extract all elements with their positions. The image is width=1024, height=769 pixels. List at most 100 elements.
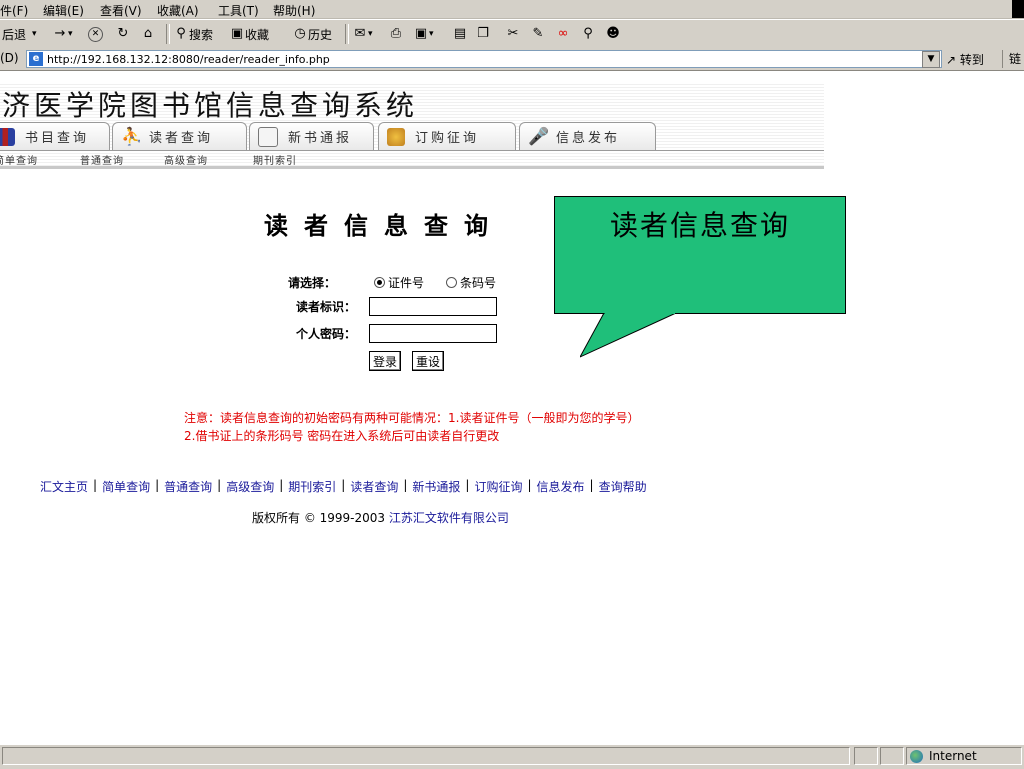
footer-link-advanced-search[interactable]: 高级查询 (226, 478, 274, 495)
subnav-journal-index[interactable]: 期刊索引 (253, 152, 297, 167)
books-icon (0, 127, 15, 146)
subnav-divider (0, 150, 824, 151)
print-button[interactable]: ⎙ (388, 25, 404, 43)
stop-button[interactable]: ✕ (88, 25, 103, 43)
footer-links: 汇文主页 | 简单查询 | 普通查询 | 高级查询 | 期刊索引 | 读者查询 … (40, 478, 647, 495)
status-panel (854, 747, 878, 765)
reader-person-icon: ⛹ (121, 126, 146, 147)
page-heading: 读者信息查询 (264, 211, 504, 240)
edit-button[interactable]: ▣ ▾ (413, 25, 434, 43)
messenger-person-icon: ☻ (606, 26, 620, 41)
tool-button-3[interactable]: ∞ (555, 25, 571, 43)
stop-icon: ✕ (88, 26, 103, 42)
address-label: (D) (0, 51, 19, 65)
microphone-icon: 🎤 (528, 126, 553, 147)
tool-button-2[interactable]: ✎ (530, 25, 546, 43)
status-bar: Internet (0, 744, 1024, 769)
messenger-button[interactable]: ❐ (475, 25, 491, 43)
address-bar: (D) e http://192.168.132.12:8080/reader/… (0, 48, 1024, 71)
login-button[interactable]: 登录 (369, 351, 402, 371)
footer-separator: | (403, 478, 408, 492)
infinity-icon: ∞ (557, 26, 569, 41)
footer-link-home[interactable]: 汇文主页 (40, 478, 88, 495)
banner-bottom-border (0, 166, 824, 169)
subnav-normal-search[interactable]: 普通查询 (80, 152, 124, 167)
tab-info-release[interactable]: 🎤 信息发布 (519, 122, 656, 150)
radio-unselected-icon (446, 277, 457, 288)
footer-separator: | (589, 478, 594, 492)
tab-purchase[interactable]: 订购征询 (378, 122, 516, 150)
menu-tools[interactable]: 工具(T) (218, 2, 259, 19)
radio-label: 条码号 (460, 276, 497, 290)
globe-icon (910, 749, 923, 763)
mail-button[interactable]: ✉ ▾ (352, 25, 373, 43)
links-button[interactable]: 链 (1002, 50, 1024, 68)
favorites-button[interactable]: ▣ 收藏 (229, 25, 269, 43)
subnav-simple-search[interactable]: 简单查询 (0, 152, 38, 167)
home-icon: ⌂ (143, 26, 153, 41)
home-button[interactable]: ⌂ (140, 25, 156, 43)
select-label: 请选择： (287, 276, 336, 290)
reader-id-label: 读者标识： (295, 300, 356, 314)
go-button[interactable]: ↗ 转到 (946, 51, 984, 68)
messenger-icon: ❐ (477, 26, 489, 41)
tab-label: 读者查询 (149, 131, 214, 146)
tab-label: 书目查询 (25, 131, 90, 146)
reader-id-input[interactable] (369, 297, 497, 316)
newspaper-icon (258, 126, 278, 147)
go-label: 转到 (959, 53, 984, 67)
footer-link-purchase[interactable]: 订购征询 (474, 478, 522, 495)
tab-reader[interactable]: ⛹ 读者查询 (112, 122, 247, 150)
address-input[interactable]: e http://192.168.132.12:8080/reader/read… (26, 50, 942, 68)
footer-link-info-release[interactable]: 信息发布 (537, 478, 585, 495)
tab-new-books[interactable]: 新书通报 (249, 122, 374, 150)
footer-link-new-books[interactable]: 新书通报 (412, 478, 460, 495)
footer-link-help[interactable]: 查询帮助 (599, 478, 647, 495)
favorites-icon: ▣ (230, 26, 244, 41)
radio-card-number[interactable]: 证件号 (374, 274, 424, 291)
discuss-button[interactable]: ▤ (452, 25, 468, 43)
subnav-advanced-search[interactable]: 高级查询 (164, 152, 208, 167)
tool-button-5[interactable]: ☻ (605, 25, 621, 43)
go-arrow-icon: ↗ (946, 53, 957, 67)
menu-bar: 件(F) 编辑(E) 查看(V) 收藏(A) 工具(T) 帮助(H) (0, 0, 1024, 19)
menu-help[interactable]: 帮助(H) (273, 2, 315, 19)
radio-barcode[interactable]: 条码号 (446, 274, 496, 291)
forward-dropdown-icon[interactable]: ▾ (68, 29, 73, 39)
menu-favorites[interactable]: 收藏(A) (157, 2, 199, 19)
company-link[interactable]: 江苏汇文软件有限公司 (389, 511, 509, 525)
history-label: 历史 (308, 27, 333, 42)
order-box-icon (387, 127, 405, 146)
toolbar-separator (166, 24, 170, 44)
mail-dropdown-icon[interactable]: ▾ (368, 29, 373, 39)
forward-button[interactable]: → ▾ (52, 25, 73, 43)
back-label: 后退 (2, 27, 27, 42)
password-input[interactable] (369, 324, 497, 343)
footer-separator: | (341, 478, 346, 492)
tab-catalog[interactable]: 书目查询 (0, 122, 110, 150)
menu-view[interactable]: 查看(V) (100, 2, 142, 19)
history-button[interactable]: ◷ 历史 (292, 25, 332, 43)
back-dropdown-icon[interactable]: ▾ (32, 29, 37, 39)
toolbar: 后退 ▾ → ▾ ✕ ↻ ⌂ ⚲ 搜索 ▣ 收藏 ◷ 历史 ✉ ▾ ⎙ ▣ ▾ … (0, 19, 1024, 49)
print-icon: ⎙ (390, 26, 402, 41)
copyright-text: 版权所有 © 1999-2003 (252, 511, 386, 525)
back-button[interactable]: 后退 ▾ (2, 25, 37, 43)
tab-label: 新书通报 (288, 131, 353, 146)
menu-file[interactable]: 件(F) (0, 2, 28, 19)
edit-dropdown-icon[interactable]: ▾ (429, 29, 434, 39)
reset-button[interactable]: 重设 (412, 351, 445, 371)
footer-link-reader-search[interactable]: 读者查询 (350, 478, 398, 495)
search-button[interactable]: ⚲ 搜索 (173, 25, 213, 43)
search-label: 搜索 (189, 27, 214, 42)
security-zone: Internet (910, 749, 977, 763)
refresh-button[interactable]: ↻ (115, 25, 131, 43)
footer-link-simple-search[interactable]: 简单查询 (102, 478, 150, 495)
status-text-panel (2, 747, 850, 765)
footer-link-journal-index[interactable]: 期刊索引 (288, 478, 336, 495)
tool-button-1[interactable]: ✂ (505, 25, 521, 43)
address-dropdown-icon[interactable]: ▼ (922, 51, 940, 68)
tool-button-4[interactable]: ⚲ (580, 25, 596, 43)
menu-edit[interactable]: 编辑(E) (43, 2, 84, 19)
footer-link-normal-search[interactable]: 普通查询 (164, 478, 212, 495)
